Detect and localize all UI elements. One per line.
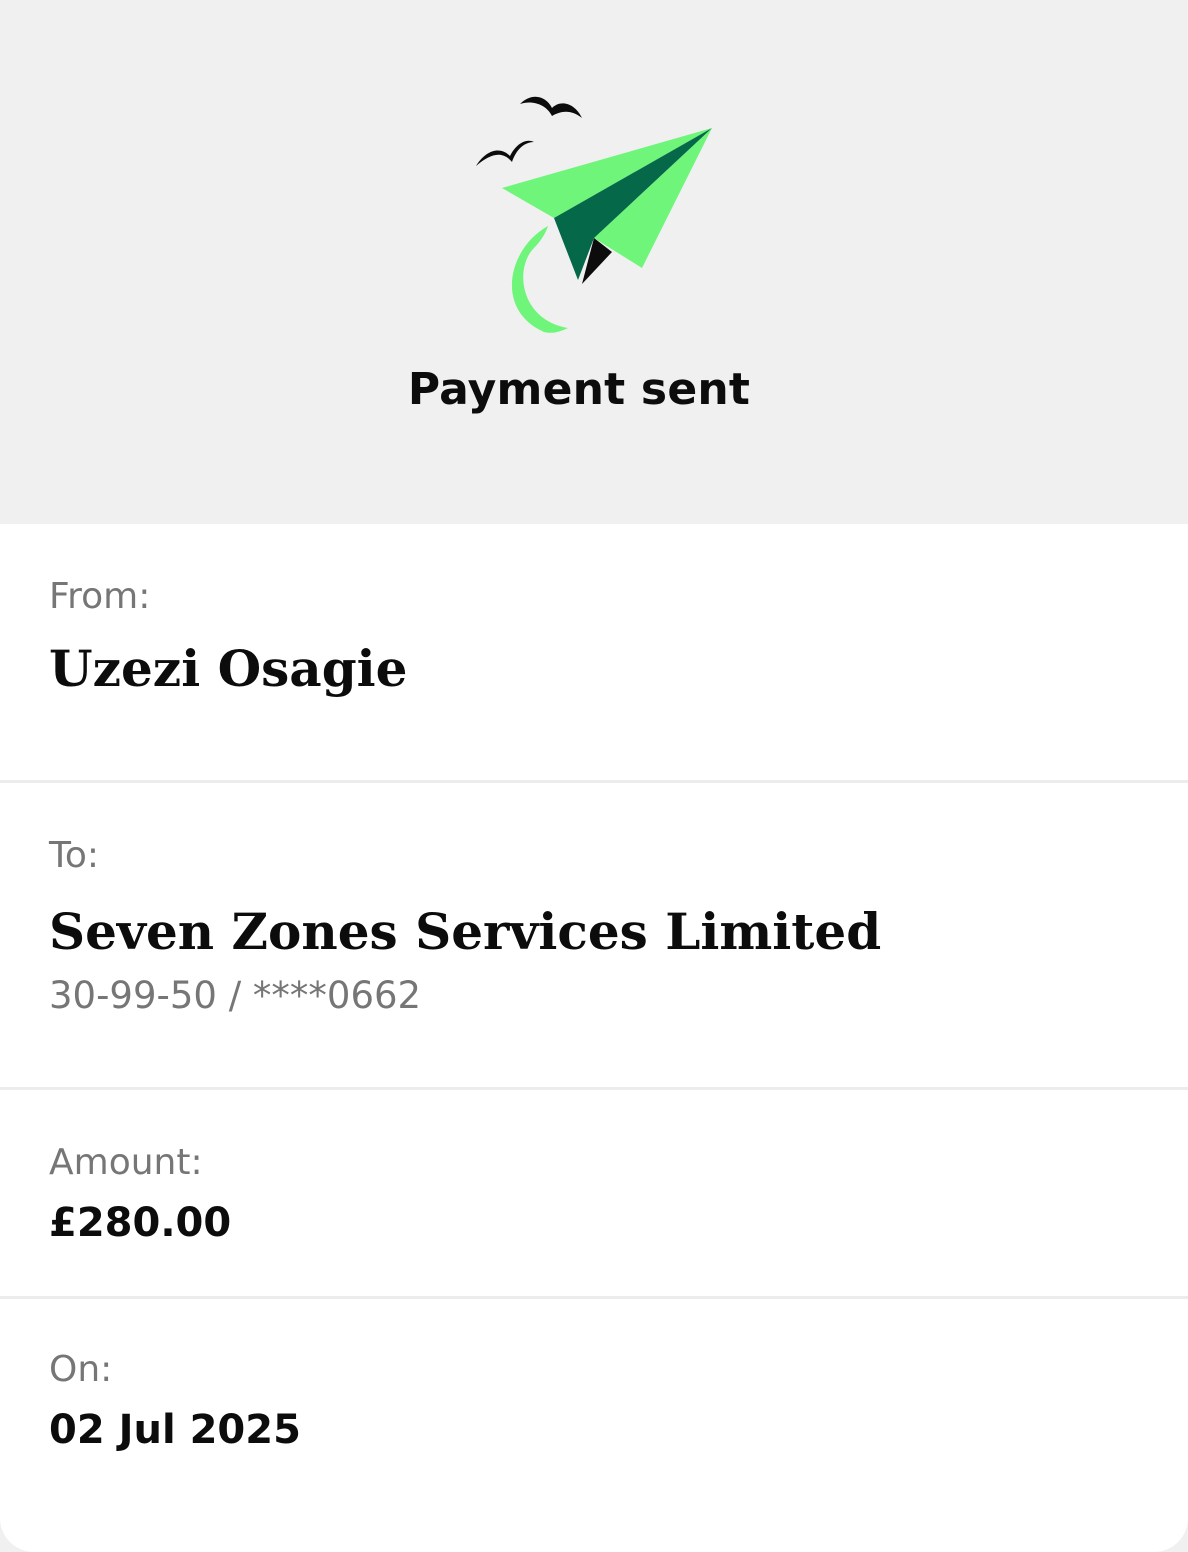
- recipient-account: 30-99-50 / ****0662: [49, 974, 422, 1017]
- from-label: From:: [49, 576, 151, 617]
- amount-value: £280.00: [49, 1200, 232, 1246]
- amount-label: Amount:: [49, 1142, 203, 1183]
- to-section: To: Seven Zones Services Limited 30-99-5…: [0, 783, 1188, 1087]
- recipient-name: Seven Zones Services Limited: [49, 902, 882, 961]
- amount-section: Amount: £280.00: [0, 1090, 1188, 1296]
- from-section: From: Uzezi Osagie: [0, 524, 1188, 780]
- payment-receipt: Payment sent From: Uzezi Osagie To: Seve…: [0, 0, 1188, 1552]
- date-value: 02 Jul 2025: [49, 1407, 301, 1453]
- paper-plane-icon: [476, 96, 712, 333]
- date-label: On:: [49, 1349, 113, 1390]
- date-section: On: 02 Jul 2025: [0, 1299, 1188, 1552]
- receipt-header: Payment sent: [0, 0, 1188, 524]
- to-label: To:: [49, 835, 100, 876]
- from-name: Uzezi Osagie: [49, 639, 408, 698]
- page-title: Payment sent: [407, 364, 751, 415]
